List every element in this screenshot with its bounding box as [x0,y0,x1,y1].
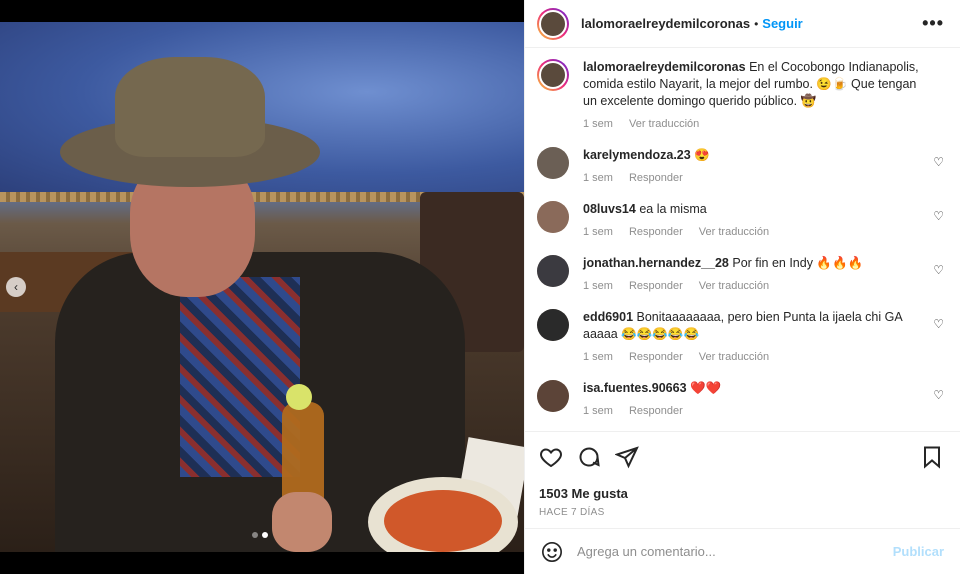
caption-time: 1 sem [583,118,613,130]
comment-time: 1 sem [583,405,613,417]
author-username[interactable]: lalomoraelreydemilcoronas [581,16,750,31]
like-comment-heart-icon[interactable]: ♡ [933,209,944,223]
carousel-dot [252,532,258,538]
post-header: lalomoraelreydemilcoronas • Seguir ••• [525,0,960,48]
hand [272,492,332,552]
reply-link[interactable]: Responder [629,170,683,187]
post-details-panel: lalomoraelreydemilcoronas • Seguir ••• l… [524,0,960,574]
comment-item: 08luvs14 ea la misma 1 sem Responder Ver… [537,201,944,241]
carousel-prev-button[interactable]: ‹ [6,277,26,297]
comment-username[interactable]: isa.fuentes.90663 [583,381,687,395]
see-translation-link[interactable]: Ver traducción [629,116,699,133]
share-send-icon[interactable] [615,445,639,469]
comment-username[interactable]: 08luvs14 [583,202,636,216]
comment-text: Por fin en Indy 🔥🔥🔥 [732,256,864,270]
carousel-indicator [252,532,268,538]
post-photo[interactable] [0,22,524,552]
see-translation-link[interactable]: Ver traducción [699,224,769,241]
comment-item: jonathan.hernandez__28 Por fin en Indy 🔥… [537,255,944,295]
post-age: HACE 7 DÍAS [539,507,605,518]
comment-time: 1 sem [583,280,613,292]
comment-time: 1 sem [583,226,613,238]
caption-username[interactable]: lalomoraelreydemilcoronas [583,60,746,74]
commenter-avatar[interactable] [537,309,569,341]
commenter-avatar[interactable] [537,380,569,412]
publish-button[interactable]: Publicar [893,544,944,559]
carousel-dot-active [262,532,268,538]
comment-input[interactable] [577,544,893,559]
reply-link[interactable]: Responder [629,278,683,295]
author-avatar[interactable] [537,59,569,91]
see-translation-link[interactable]: Ver traducción [699,349,769,366]
reply-link[interactable]: Responder [629,349,683,366]
comment-composer: Publicar [525,528,960,574]
comment-item: edd6901 Bonitaaaaaaaa, pero bien Punta l… [537,309,944,366]
soup [384,490,502,552]
comment-text: ea la misma [639,202,707,216]
like-comment-heart-icon[interactable]: ♡ [933,317,944,331]
comments-list[interactable]: lalomoraelreydemilcoronas En el Cocobong… [525,49,960,431]
comment-item: karelymendoza.23 😍 1 sem Responder ♡ [537,147,944,187]
post-caption: lalomoraelreydemilcoronas En el Cocobong… [537,59,944,133]
like-comment-heart-icon[interactable]: ♡ [933,155,944,169]
comment-time: 1 sem [583,351,613,363]
likes-count[interactable]: 1503 Me gusta [539,486,944,501]
more-options-icon[interactable]: ••• [922,13,944,34]
comment-item: isa.fuentes.90663 ❤️❤️ 1 sem Responder ♡ [537,380,944,420]
post-actions: 1503 Me gusta HACE 7 DÍAS [525,431,960,518]
commenter-avatar[interactable] [537,201,569,233]
emoji-icon[interactable] [541,541,563,563]
bookmark-icon[interactable] [920,445,944,469]
lime-slice [286,384,312,410]
reply-link[interactable]: Responder [629,224,683,241]
commenter-avatar[interactable] [537,147,569,179]
author-avatar[interactable] [537,7,569,40]
see-translation-link[interactable]: Ver traducción [699,278,769,295]
comment-username[interactable]: jonathan.hernandez__28 [583,256,729,270]
hat-crown [115,57,265,157]
reply-link[interactable]: Responder [629,403,683,420]
comment-text: 😍 [694,148,710,162]
separator-dot: • [754,16,759,31]
post-media: ‹ [0,0,524,574]
comment-username[interactable]: edd6901 [583,310,633,324]
like-heart-icon[interactable] [539,445,563,469]
comment-username[interactable]: karelymendoza.23 [583,148,691,162]
comment-icon[interactable] [577,445,601,469]
follow-button[interactable]: Seguir [762,16,802,31]
like-comment-heart-icon[interactable]: ♡ [933,263,944,277]
like-comment-heart-icon[interactable]: ♡ [933,388,944,402]
commenter-avatar[interactable] [537,255,569,287]
comment-text: ❤️❤️ [690,381,722,395]
comment-time: 1 sem [583,172,613,184]
